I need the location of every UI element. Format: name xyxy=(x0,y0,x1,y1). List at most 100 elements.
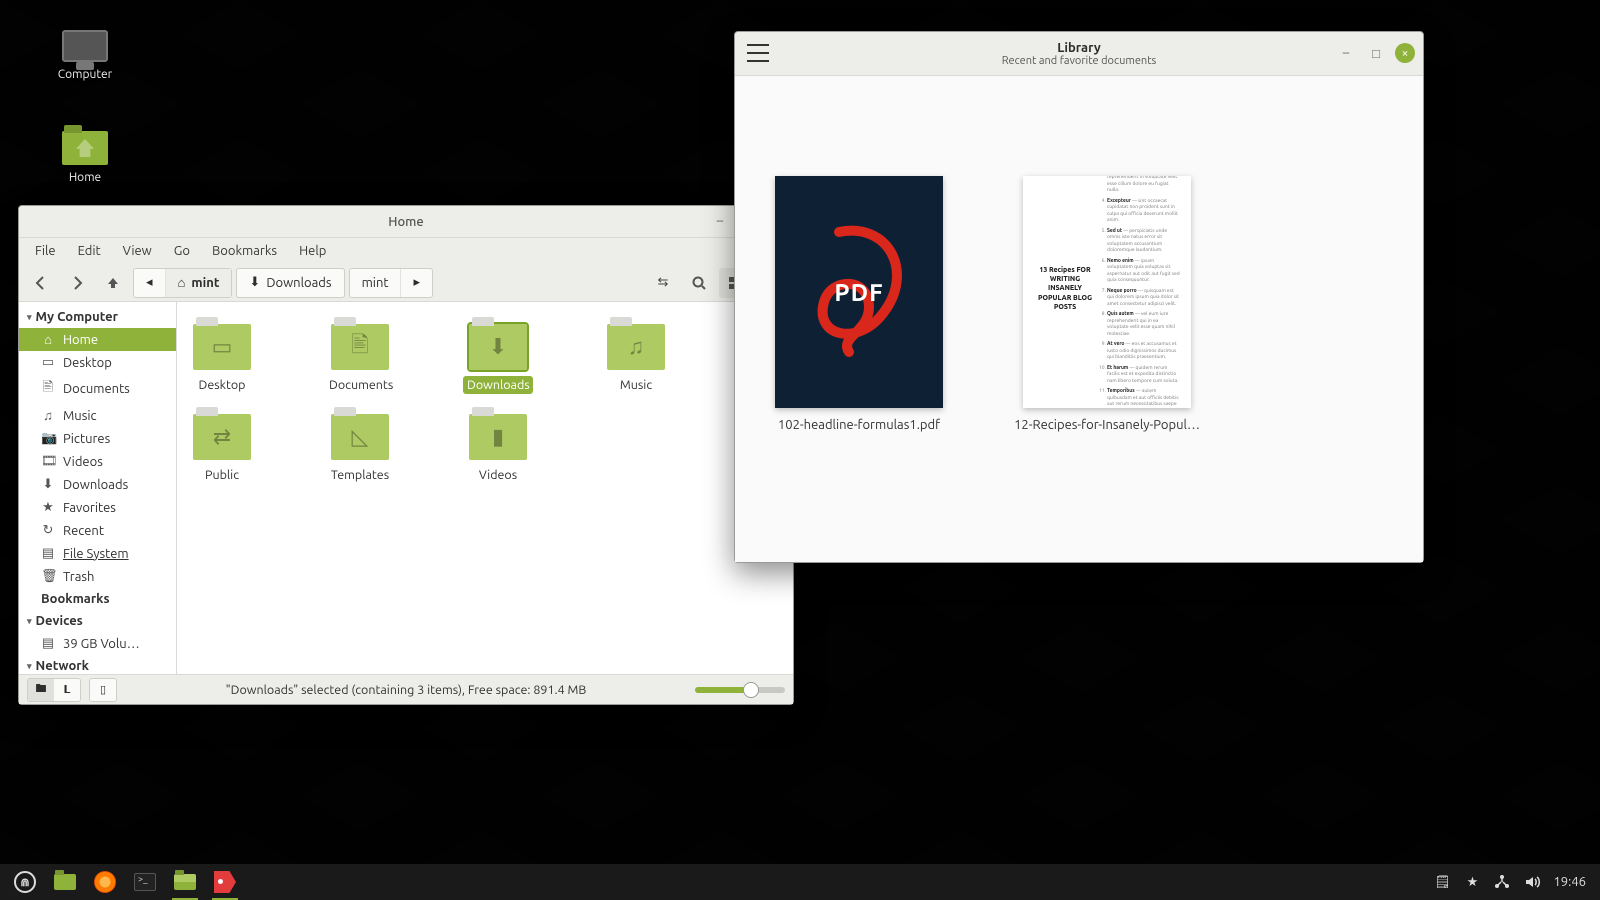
tree-mode-button[interactable]: 𝗟 xyxy=(54,679,80,701)
pdf-label: PDF xyxy=(834,279,883,306)
folder-public[interactable]: ⇄Public xyxy=(187,404,257,484)
nav-up-button[interactable] xyxy=(97,268,129,298)
single-pane-button[interactable]: ▯ xyxy=(90,679,116,701)
folder-label: Music xyxy=(601,376,671,394)
document-name: 102-headline-formulas1.pdf xyxy=(759,418,959,432)
folder-icon: ⬇ xyxy=(469,324,527,370)
tray-network-icon[interactable] xyxy=(1493,873,1511,891)
taskbar-files[interactable] xyxy=(168,867,202,897)
sidebar-item-favorites[interactable]: ★Favorites xyxy=(19,496,176,519)
sidebar-item-trash[interactable]: 🗑Trash xyxy=(19,565,176,588)
menu-file[interactable]: File xyxy=(25,241,66,261)
sidebar-item-device[interactable]: ▤ 39 GB Volu… xyxy=(19,632,176,655)
sidebar-section-bookmarks[interactable]: Bookmarks xyxy=(19,588,176,610)
titlebar[interactable]: Home – □ × xyxy=(19,206,793,238)
sidebar-item-label: Music xyxy=(63,409,97,423)
sidebar-mode-toggle: 🖿 𝗟 xyxy=(27,678,81,702)
sidebar-item-icon: 📷 xyxy=(41,431,55,446)
document-pdf[interactable]: PDF 102-headline-formulas1.pdf xyxy=(759,176,959,432)
taskbar-app[interactable] xyxy=(208,867,242,897)
sidebar-item-icon: ⌂ xyxy=(41,332,55,347)
maximize-button[interactable]: □ xyxy=(1365,42,1387,64)
document-paper[interactable]: 13 Recipes FOR WRITING INSANELY POPULAR … xyxy=(1007,176,1207,432)
menu-view[interactable]: View xyxy=(113,241,162,261)
folder-videos[interactable]: ▮Videos xyxy=(463,404,533,484)
monitor-icon xyxy=(62,30,108,62)
minimize-button[interactable]: – xyxy=(1335,42,1357,64)
menu-help[interactable]: Help xyxy=(289,241,336,261)
mint-logo-icon: ⋒ xyxy=(14,871,36,893)
start-menu-button[interactable]: ⋒ xyxy=(8,867,42,897)
folder-icon: ◺ xyxy=(331,414,389,460)
sidebar-item-icon: ▭ xyxy=(41,355,55,370)
menu-bookmarks[interactable]: Bookmarks xyxy=(202,241,287,261)
sidebar-item-file-system[interactable]: ▤File System xyxy=(19,542,176,565)
sidebar-item-home[interactable]: ⌂Home xyxy=(19,328,176,351)
taskbar-terminal[interactable] xyxy=(128,867,162,897)
path-next-button[interactable]: ▸ xyxy=(401,269,432,297)
search-button[interactable] xyxy=(683,268,715,298)
sidebar-item-pictures[interactable]: 📷Pictures xyxy=(19,427,176,450)
taskbar-clock[interactable]: 19:46 xyxy=(1553,875,1586,889)
path-bar: ◂ ⌂ mint xyxy=(133,268,232,298)
path-label: mint xyxy=(362,276,389,290)
show-desktop-button[interactable] xyxy=(48,867,82,897)
folder-downloads[interactable]: ⬇ Downloads xyxy=(463,314,533,394)
sidebar-item-videos[interactable]: 🎞Videos xyxy=(19,450,176,473)
places-mode-button[interactable]: 🖿 xyxy=(28,679,54,701)
sidebar-item-label: Documents xyxy=(63,382,130,396)
minimize-button[interactable]: – xyxy=(709,210,731,232)
toggle-location-button[interactable]: ⇆ xyxy=(647,268,679,298)
sidebar-item-documents[interactable]: 🖹Documents xyxy=(19,374,176,404)
sidebar-item-label: Desktop xyxy=(63,356,112,370)
taskbar-firefox[interactable] xyxy=(88,867,122,897)
sidebar-item-icon: ▤ xyxy=(41,546,55,561)
desktop-icon-home[interactable]: Home xyxy=(40,125,130,184)
zoom-slider[interactable] xyxy=(695,687,785,693)
chevron-down-icon: ▾ xyxy=(27,312,32,323)
path-segment-downloads[interactable]: ⬇ Downloads xyxy=(236,268,344,298)
library-window: Library Recent and favorite documents – … xyxy=(734,31,1424,563)
folder-label: Public xyxy=(187,466,257,484)
folder-templates[interactable]: ◺Templates xyxy=(325,404,395,484)
pdf-thumbnail: PDF xyxy=(775,176,943,408)
sidebar-item-music[interactable]: ♫Music xyxy=(19,404,176,427)
sidebar-section-mycomputer[interactable]: ▾ My Computer xyxy=(19,306,176,328)
titlebar[interactable]: Library Recent and favorite documents – … xyxy=(735,32,1423,76)
sidebar-section-devices[interactable]: ▾ Devices xyxy=(19,610,176,632)
folder-music[interactable]: ♫Music xyxy=(601,314,671,394)
menu-edit[interactable]: Edit xyxy=(68,241,111,261)
download-icon: ⬇ xyxy=(249,275,260,290)
sidebar-item-icon: ★ xyxy=(41,500,55,515)
library-grid: PDF 102-headline-formulas1.pdf 13 Recipe… xyxy=(735,76,1423,562)
tray-favorites-icon[interactable]: ★ xyxy=(1463,873,1481,891)
close-button[interactable]: × xyxy=(1395,43,1415,63)
sidebar-section-network[interactable]: ▾ Network xyxy=(19,655,176,674)
desktop-icon-computer[interactable]: Computer xyxy=(40,30,130,81)
sidebar-section-label: My Computer xyxy=(36,310,118,324)
nav-forward-button[interactable] xyxy=(61,268,93,298)
hamburger-button[interactable] xyxy=(747,44,769,62)
sidebar-item-recent[interactable]: ↻Recent xyxy=(19,519,176,542)
file-grid[interactable]: ▭Desktop🖹Documents⬇Downloads♫Music▣Pictu… xyxy=(177,302,793,674)
folder-icon xyxy=(54,874,76,890)
sidebar-item-downloads[interactable]: ⬇Downloads xyxy=(19,473,176,496)
status-text: "Downloads" selected (containing 3 items… xyxy=(125,683,687,697)
path-root[interactable]: ⌂ mint xyxy=(166,269,232,297)
folder-label: Desktop xyxy=(187,376,257,394)
tray-volume-icon[interactable] xyxy=(1523,873,1541,891)
menu-go[interactable]: Go xyxy=(164,241,200,261)
slider-handle[interactable] xyxy=(743,682,759,698)
folder-desktop[interactable]: ▭ Desktop xyxy=(187,314,257,394)
sidebar: ▾ My Computer ⌂Home ▭ Desktop 🖹Documents♫Mu… xyxy=(19,302,177,674)
folder-icon xyxy=(62,131,108,165)
nav-back-button[interactable] xyxy=(25,268,57,298)
path-label: Downloads xyxy=(266,276,331,290)
sidebar-item-desktop[interactable]: ▭ Desktop xyxy=(19,351,176,374)
folder-label: Downloads xyxy=(463,376,533,394)
tray-updates-icon[interactable]: 🗒 xyxy=(1433,873,1451,891)
path-prev-button[interactable]: ◂ xyxy=(134,269,166,297)
path-segment-mint[interactable]: mint ▸ xyxy=(349,268,433,298)
folder-icon: ▭ xyxy=(193,324,251,370)
folder-documents[interactable]: 🖹Documents xyxy=(325,314,395,394)
